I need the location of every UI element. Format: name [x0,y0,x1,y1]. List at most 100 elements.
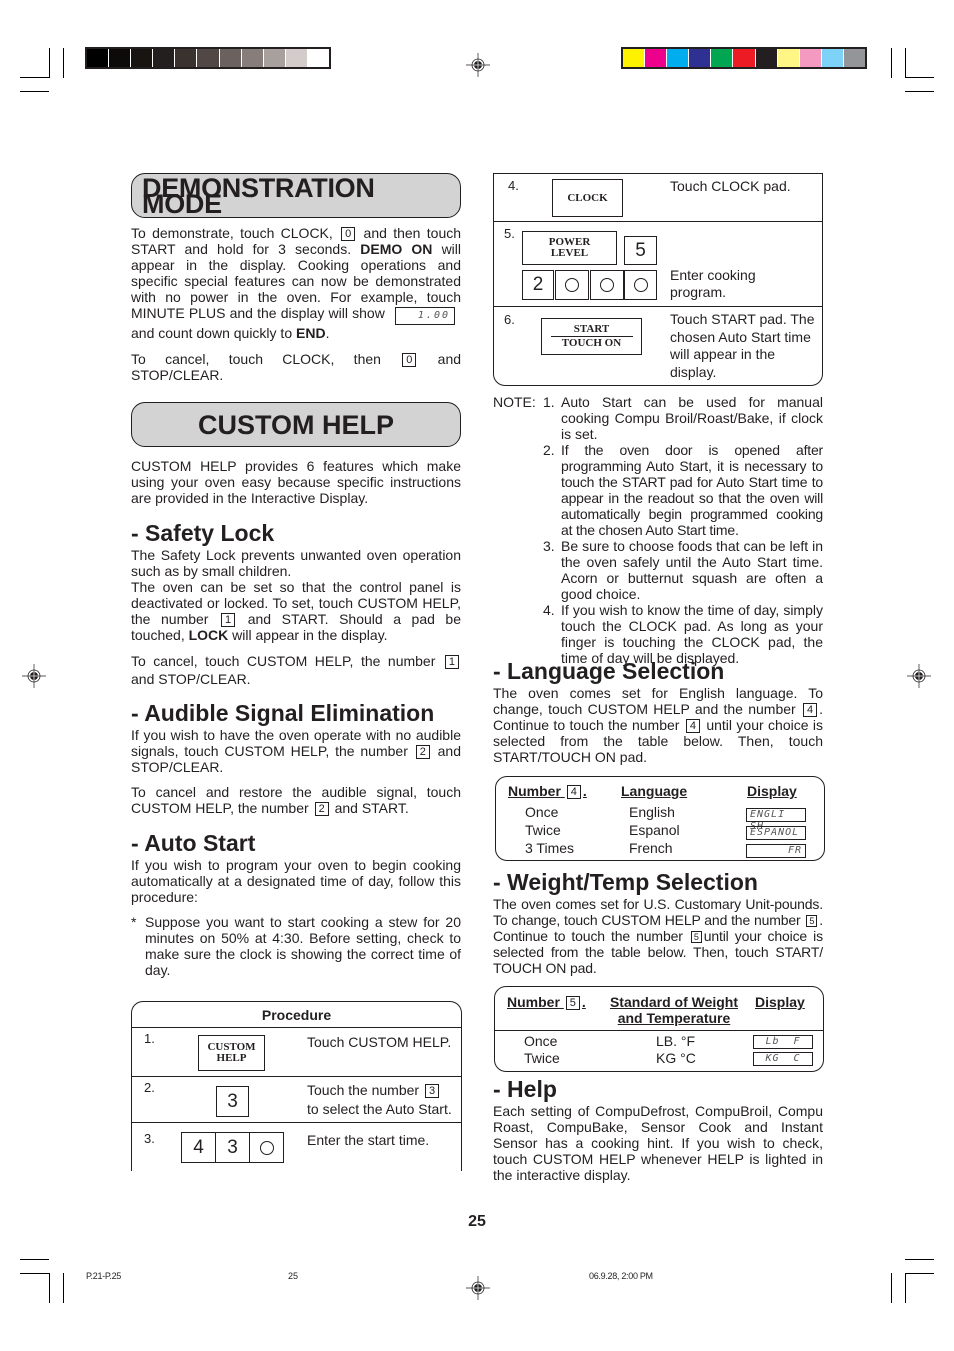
row-display-readout: Lb F [753,1035,813,1049]
power-level-pad-icon: POWER LEVEL [522,231,617,265]
row-display-readout: ESPANOL [746,826,806,840]
row-number: Twice [525,822,561,838]
safety-lock-p3: To cancel, touch CUSTOM HELP, the number… [131,652,461,688]
key-0-icon: 0 [402,353,417,367]
key-0-icon: 0 [341,227,356,241]
color-swatch [843,49,866,67]
procedure-table-part-2: 4. CLOCK Touch CLOCK pad. 5. POWER LEVEL… [493,173,823,386]
digit-3-pad-icon: 3 [216,1086,249,1117]
slug-page: 25 [288,1271,299,1281]
note-item-4: 4. If you wish to know the time of day, … [543,602,823,666]
language-section: - Language Selection The oven comes set … [493,658,823,765]
language-paragraph: The oven comes set for English language.… [493,685,823,765]
color-swatch [821,49,844,67]
key-4-icon: 4 [802,703,818,717]
registration-mark-icon [907,664,931,688]
procedure-table-part-1: Procedure 1. CUSTOM HELP Touch CUSTOM HE… [131,1001,462,1171]
color-swatch [777,49,800,67]
row-number: Twice [524,1050,560,1066]
slug-file: P.21-P.25 [86,1271,122,1281]
color-swatch [711,49,734,67]
display-readout: 1.00 [395,307,455,325]
help-heading: - Help [493,1076,557,1102]
safety-lock-heading: - Safety Lock [131,520,275,546]
registration-mark-icon [466,53,490,77]
color-swatch [667,49,690,67]
digit-0-pad-icon [590,270,624,300]
color-swatch [799,49,822,67]
color-swatch [241,49,264,67]
color-swatch [263,49,286,67]
key-2-icon: 2 [314,802,329,816]
weight-table: Number 5. Standard of Weight and Tempera… [494,986,824,1072]
notes: NOTE: 1. Auto Start can be used for manu… [493,394,823,666]
key-1-icon: 1 [444,655,459,669]
color-swatch [689,49,712,67]
digit-4-pad-icon: 4 [181,1132,216,1163]
weight-section: - Weight/Temp Selection The oven comes s… [493,869,823,976]
note-item-3: 3. Be sure to choose foods that can be l… [543,538,823,602]
row-standard: LB. °F [656,1033,696,1049]
key-4-icon: 4 [685,719,700,733]
color-swatch [755,49,778,67]
color-swatch [109,49,132,67]
start-touch-on-pad-icon: START TOUCH ON [541,318,642,355]
row-display-readout: FR [746,844,806,858]
key-1-icon: 1 [221,613,236,627]
language-heading: - Language Selection [493,658,725,684]
color-swatch [219,49,242,67]
digit-0-pad-icon [249,1132,284,1163]
audible-p2: To cancel and restore the audible signal… [131,784,461,816]
digit-2-pad-icon: 2 [522,270,554,300]
color-swatch [175,49,198,67]
page-number: 25 [468,1213,486,1230]
demonstration-mode-title-box: DEMONSTRATION MODE [131,173,461,218]
row-display-readout: ENGLI SH [746,808,806,832]
key-5-icon: 5 [690,931,702,943]
color-swatch [87,49,110,67]
row-display-readout: KG C [753,1052,813,1066]
custom-help-title: CUSTOM HELP [197,409,394,440]
language-table: Number 4. Language Display Once English EN… [495,776,825,861]
color-swatch [131,49,154,67]
registration-mark-icon [22,664,46,688]
custom-help-pad-icon: CUSTOM HELP [198,1035,265,1071]
row-language: English [629,804,675,820]
weight-paragraph: The oven comes set for U.S. Customary Un… [493,896,823,976]
note-label: NOTE: [493,394,536,410]
note-item-1: NOTE: 1. Auto Start can be used for manu… [493,394,823,442]
row-number: Once [524,1033,558,1049]
row-number: 3 Times [525,840,575,856]
custom-help-title-box: CUSTOM HELP [131,402,461,447]
digit-3-pad-icon: 3 [215,1132,250,1163]
help-section: - Help Each setting of CompuDefrost, Com… [493,1076,823,1183]
custom-help-intro: CUSTOM HELP provides 6 features which ma… [131,458,461,506]
color-swatch [623,49,646,67]
color-swatch [733,49,756,67]
auto-start-heading: - Auto Start [131,830,256,856]
weight-heading: - Weight/Temp Selection [493,869,758,895]
row-standard: KG °C [656,1050,696,1066]
audible-signal-heading: - Audible Signal Elimination [131,700,435,726]
auto-start-bullet: * Suppose you want to start cooking a st… [131,914,461,978]
demonstration-mode-title: DEMONSTRATION MODE [142,172,375,219]
registration-mark-icon [466,1276,490,1300]
help-paragraph: Each setting of CompuDefrost, CompuBroil… [493,1103,823,1183]
key-5-icon: 5 [806,915,818,927]
color-swatch [153,49,176,67]
color-swatch [197,49,220,67]
key-2-icon: 2 [415,745,430,759]
color-swatch [645,49,668,67]
key-3-icon: 3 [424,1084,440,1098]
slug-date: 06.9.28, 2:00 PM [589,1271,653,1281]
key-4-icon: 4 [566,785,581,799]
row-number: Once [525,804,559,820]
safety-lock-p1: The Safety Lock prevents unwanted oven o… [131,547,461,579]
row-language: Espanol [629,822,680,838]
key-5-icon: 5 [565,996,580,1010]
digit-5-pad-icon: 5 [624,236,657,265]
demo-paragraph: To demonstrate, touch CLOCK, 0 and then … [131,225,462,341]
safety-lock-p2: The oven can be set so that the control … [131,579,462,643]
process-color-bar [621,47,867,69]
auto-start-p1: If you wish to program your oven to begi… [131,857,461,905]
